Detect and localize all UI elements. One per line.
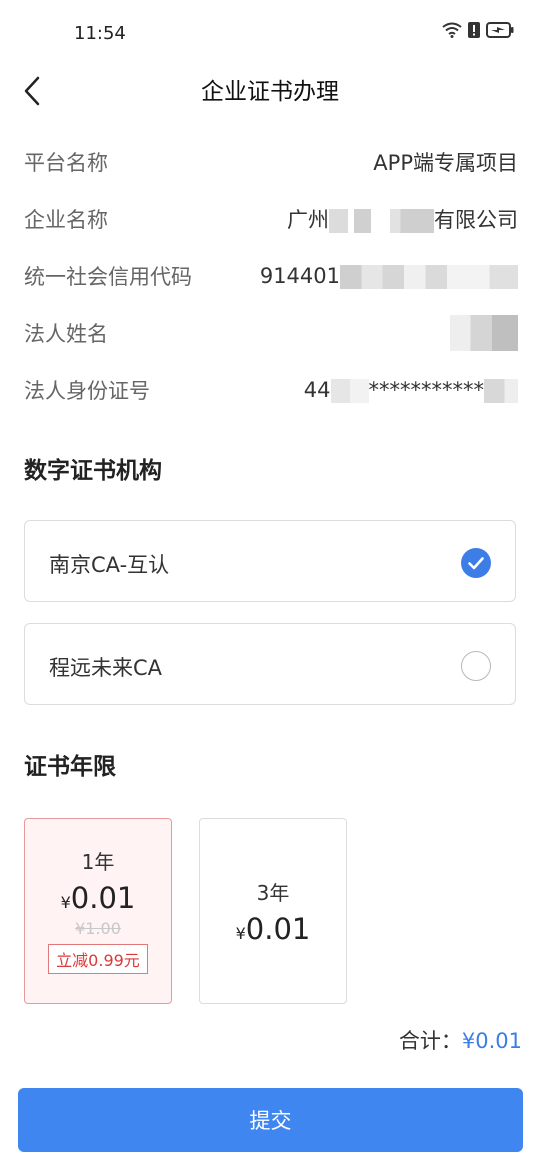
page-title: 企业证书办理 — [201, 79, 339, 105]
year-price: ¥0.01 — [25, 881, 171, 915]
radio-checked[interactable] — [461, 548, 491, 578]
total-summary: 合计：¥0.01 — [399, 1025, 522, 1055]
redacted-block — [330, 378, 369, 403]
company-row: 企业名称 广州 有限公司 — [24, 199, 518, 239]
price-value: 0.01 — [70, 881, 136, 915]
redacted-block — [340, 264, 518, 289]
redacted-block — [484, 378, 518, 403]
years-section-title: 证书年限 — [24, 754, 116, 780]
ca-option-nanjing[interactable]: 南京CA-互认 — [24, 520, 516, 602]
original-price: ¥1.00 — [75, 919, 121, 938]
total-label: 合计： — [398, 1029, 462, 1053]
ca-section-title: 数字证书机构 — [24, 458, 162, 484]
legal-id-label: 法人身份证号 — [24, 379, 150, 403]
check-icon — [468, 557, 484, 570]
ca-option-chengyuan[interactable]: 程远未来CA — [24, 623, 516, 705]
platform-value: APP端专属项目 — [373, 151, 518, 175]
status-time: 11:54 — [74, 23, 126, 44]
ca-option-label: 南京CA-互认 — [49, 553, 170, 577]
credit-code-row: 统一社会信用代码 914401 — [24, 256, 518, 296]
legal-name-value — [450, 315, 518, 351]
credit-code-value: 914401 — [260, 264, 518, 289]
total-value: ¥0.01 — [461, 1029, 522, 1053]
status-icons — [442, 22, 514, 38]
currency-symbol: ¥ — [235, 924, 246, 943]
company-label: 企业名称 — [24, 208, 108, 232]
legal-id-row: 法人身份证号 44 *********** — [24, 370, 518, 410]
company-value: 广州 有限公司 — [287, 204, 518, 234]
ca-option-label: 程远未来CA — [49, 656, 163, 680]
legal-name-row: 法人姓名 — [24, 313, 518, 353]
platform-label: 平台名称 — [24, 151, 108, 175]
discount-badge: 立减0.99元 — [48, 944, 148, 974]
legal-id-value: 44 *********** — [304, 378, 518, 403]
alert-icon — [468, 22, 480, 38]
redacted-block — [450, 315, 518, 351]
legal-name-label: 法人姓名 — [24, 322, 108, 346]
year-option-3[interactable]: 3年 ¥0.01 — [199, 818, 347, 1004]
platform-row: 平台名称 APP端专属项目 — [24, 142, 518, 182]
radio-unchecked[interactable] — [461, 651, 491, 681]
year-price: ¥0.01 — [200, 912, 346, 946]
credit-code-prefix: 914401 — [259, 263, 340, 288]
status-bar: 11:54 — [0, 0, 540, 64]
submit-button[interactable]: 提交 — [18, 1088, 523, 1152]
year-term: 3年 — [256, 881, 290, 905]
currency-symbol: ¥ — [60, 893, 71, 912]
navbar: 企业证书办理 — [0, 64, 540, 114]
company-prefix: 广州 — [287, 208, 329, 232]
legal-id-prefix: 44 — [303, 377, 331, 402]
battery-charging-icon — [486, 22, 514, 38]
credit-code-label: 统一社会信用代码 — [24, 265, 192, 289]
redacted-block — [329, 209, 434, 233]
legal-id-mask: *********** — [368, 377, 485, 402]
year-option-1[interactable]: 1年 ¥0.01 ¥1.00 立减0.99元 — [24, 818, 172, 1004]
year-term: 1年 — [81, 850, 115, 874]
company-suffix: 有限公司 — [434, 208, 518, 232]
wifi-icon — [442, 22, 462, 38]
price-value: 0.01 — [245, 912, 311, 946]
